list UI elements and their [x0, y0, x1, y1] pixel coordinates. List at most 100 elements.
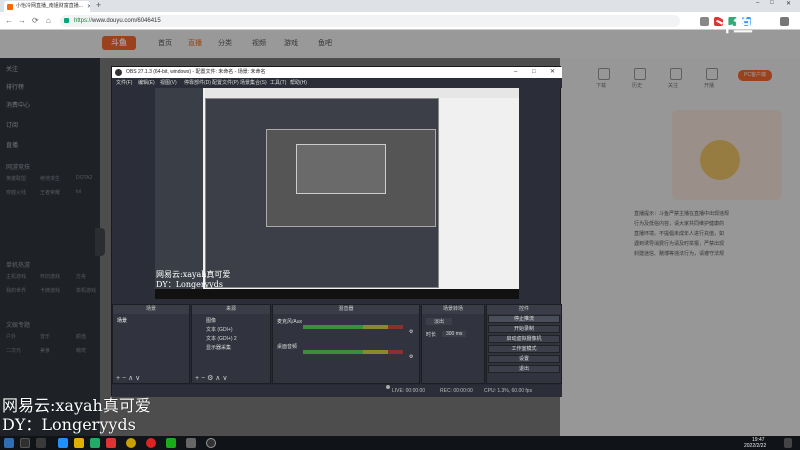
- overlay-line-1: 网易云:xayah真可爱: [156, 270, 231, 279]
- url-field[interactable]: https://www.douyu.com/6046415: [60, 15, 680, 27]
- overlay-big-line-1: 网易云:xayah真可爱: [2, 396, 151, 415]
- obs-menu-bar: 文件(F) 编辑(E) 视图(V) 停靠部件(D) 配置文件(P) 场景集合(S…: [112, 78, 562, 88]
- sources-dock: 来源 图像 文本 (GDI+) 文本 (GDI+) 2 显示器采集 + − ⚙ …: [191, 304, 271, 384]
- obs-status-bar: LIVE: 00:00:00 REC: 00:00:00 CPU: 1.3%, …: [112, 385, 562, 397]
- live-indicator-icon: [386, 385, 390, 389]
- lock-icon: [64, 18, 69, 23]
- start-recording-button[interactable]: 开始录制: [488, 325, 560, 333]
- obs-window: OBS 27.1.3 (64-bit, windows) - 配置文件: 未命名…: [111, 66, 562, 397]
- task-view-icon[interactable]: [36, 438, 46, 448]
- stop-streaming-button[interactable]: 停止推流: [488, 315, 560, 323]
- browser-tab-bar: 小怡冷网直播_南姐财富直播... ✕ + – □ ✕: [0, 0, 800, 12]
- app-icon[interactable]: [186, 438, 196, 448]
- audio-meter: [303, 325, 403, 329]
- status-cpu: CPU: 1.3%, 60.00 fps: [484, 388, 533, 394]
- mixer-track-label: 麦克风/Aux: [277, 319, 303, 325]
- windows-taskbar: 19:47 2022/2/22: [0, 436, 800, 450]
- mixer-dock: 混音器 麦克风/Aux 桌面音频 ⚙ ⚙: [272, 304, 420, 384]
- url-text: www.douyu.com/6046415: [92, 18, 161, 24]
- obs-logo-icon: [115, 69, 122, 76]
- app-icon[interactable]: [106, 438, 116, 448]
- scene-item[interactable]: 场景: [117, 317, 127, 324]
- obs-menu-view[interactable]: 视图(V): [160, 79, 177, 86]
- duration-label: 时长: [426, 332, 437, 338]
- status-live: LIVE: 00:00:00: [392, 388, 426, 394]
- captured-taskbar: [155, 289, 519, 299]
- close-button[interactable]: ✕: [786, 0, 791, 7]
- screen: 小怡冷网直播_南姐财富直播... ✕ + – □ ✕ ← → ⟳ ⌂ https…: [0, 0, 800, 450]
- transition-select[interactable]: 淡出: [426, 318, 453, 325]
- reload-button[interactable]: ⟳: [32, 16, 39, 25]
- studio-mode-button[interactable]: 工作室模式: [488, 345, 560, 353]
- url-protocol: https://: [74, 18, 93, 24]
- mixer-track-label: 桌面音频: [277, 344, 298, 350]
- obs-menu-profile[interactable]: 配置文件(P): [212, 79, 239, 86]
- star-icon[interactable]: [700, 17, 709, 26]
- home-button[interactable]: ⌂: [46, 16, 51, 25]
- obs-maximize-button[interactable]: □: [532, 67, 536, 78]
- obs-menu-help[interactable]: 帮助(H): [290, 79, 307, 86]
- controls-dock-title: 控件: [487, 305, 561, 314]
- source-item[interactable]: 显示器采集: [206, 344, 231, 351]
- edge-icon[interactable]: [58, 438, 68, 448]
- obs-close-button[interactable]: ✕: [550, 67, 555, 78]
- mixer-dock-title: 混音器: [273, 305, 419, 314]
- overlay-line-2: DY：Longeryyds: [156, 280, 223, 289]
- duration-input[interactable]: 300 ms: [442, 331, 467, 337]
- new-tab-button[interactable]: +: [96, 0, 101, 10]
- app-icon[interactable]: [90, 438, 100, 448]
- status-rec: REC: 00:00:00: [440, 388, 473, 394]
- notification-icon[interactable]: [784, 438, 792, 448]
- maximize-button[interactable]: □: [770, 0, 774, 6]
- gear-icon[interactable]: ⚙: [409, 354, 413, 360]
- minimize-button[interactable]: –: [756, 0, 759, 6]
- chrome-icon[interactable]: [126, 438, 136, 448]
- windows-start-icon[interactable]: [4, 438, 14, 448]
- obs-title: OBS 27.1.3 (64-bit, windows) - 配置文件: 未命名…: [126, 69, 266, 75]
- wechat-icon[interactable]: [166, 438, 176, 448]
- address-bar-row: ← → ⟳ ⌂ https://www.douyu.com/6046415: [0, 12, 800, 30]
- obs-menu-tools[interactable]: 工具(T): [270, 79, 286, 86]
- source-item[interactable]: 文本 (GDI+): [206, 326, 233, 333]
- obs-menu-file[interactable]: 文件(F): [116, 79, 132, 86]
- virtual-camera-button[interactable]: 启动虚拟摄像机: [488, 335, 560, 343]
- tab-close-icon[interactable]: ✕: [87, 2, 90, 12]
- obs-menu-docks[interactable]: 停靠部件(D): [184, 79, 211, 86]
- captured-sidebar: [155, 88, 203, 289]
- obs-taskbar-icon[interactable]: [206, 438, 216, 448]
- preview-overlay-text: 网易云:xayah真可爱 DY：Longeryyds: [156, 270, 230, 290]
- obs-docks: 场景 场景 + − ∧ ∨ 来源 图像 文本 (GDI+) 文本 (GDI+) …: [112, 304, 562, 385]
- captured-screen: [155, 88, 519, 289]
- scenes-dock-title: 场景: [113, 305, 189, 314]
- scene-add-icon[interactable]: + − ∧ ∨: [116, 374, 140, 382]
- source-add-icon[interactable]: + − ⚙ ∧ ∨: [195, 374, 227, 382]
- obs-menu-scene-collection[interactable]: 场景集合(S): [240, 79, 267, 86]
- obs-title-bar: OBS 27.1.3 (64-bit, windows) - 配置文件: 未命名…: [112, 67, 562, 78]
- back-button[interactable]: ←: [5, 16, 13, 25]
- stream-overlay-text: 网易云:xayah真可爱 DY：Longeryyds: [2, 396, 151, 434]
- netease-music-icon[interactable]: [146, 438, 156, 448]
- transitions-dock: 场景转场 淡出 时长 300 ms: [421, 304, 485, 384]
- overlay-big-line-2: DY：Longeryyds: [2, 415, 136, 434]
- forward-button[interactable]: →: [18, 16, 26, 25]
- clock-date[interactable]: 2022/2/22: [744, 443, 766, 449]
- captured-obs-window: [205, 98, 439, 288]
- source-item[interactable]: 图像: [206, 317, 216, 324]
- source-item[interactable]: 文本 (GDI+) 2: [206, 335, 237, 342]
- menu-icon[interactable]: [780, 17, 789, 26]
- tab-title: 小怡冷网直播_南姐财富直播...: [16, 3, 83, 9]
- explorer-icon[interactable]: [74, 438, 84, 448]
- obs-minimize-button[interactable]: –: [514, 67, 517, 78]
- audio-meter: [303, 350, 403, 354]
- browser-tab[interactable]: 小怡冷网直播_南姐财富直播... ✕: [4, 1, 90, 12]
- captured-browser-bar: [205, 88, 519, 98]
- settings-button[interactable]: 设置: [488, 355, 560, 363]
- search-icon[interactable]: [20, 438, 30, 448]
- scenes-dock: 场景 场景 + − ∧ ∨: [112, 304, 190, 384]
- gear-icon[interactable]: ⚙: [409, 329, 413, 335]
- exit-button[interactable]: 退出: [488, 365, 560, 373]
- douyu-favicon-icon: [7, 4, 13, 10]
- obs-preview[interactable]: [155, 88, 519, 299]
- obs-menu-edit[interactable]: 编辑(E): [138, 79, 155, 86]
- douyu-watermark: 斗鱼: [714, 12, 753, 36]
